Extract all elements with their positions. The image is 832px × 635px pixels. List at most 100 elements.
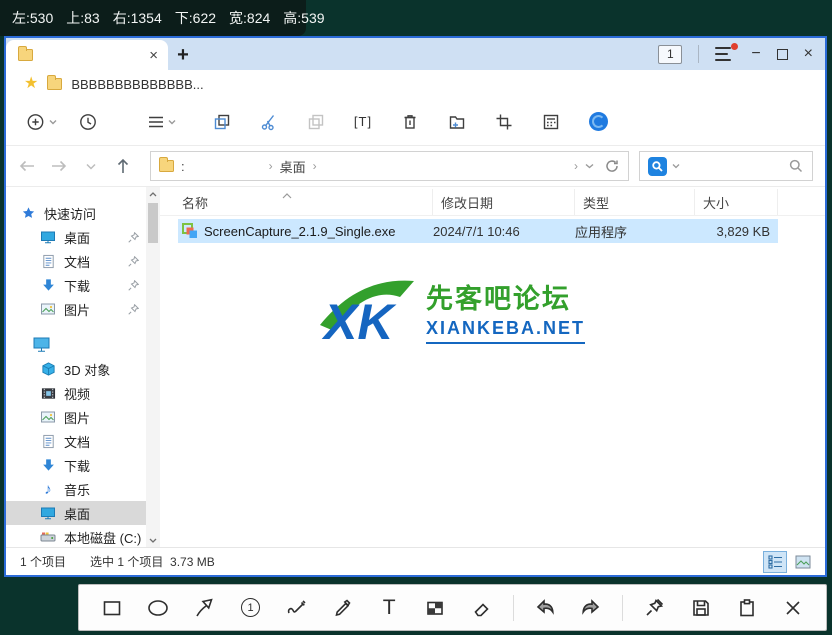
sidebar-item-videos[interactable]: 视频 xyxy=(6,381,146,405)
search-engine-icon[interactable] xyxy=(648,156,667,176)
tab-close-icon[interactable]: × xyxy=(149,48,158,63)
rename-button[interactable]: [T] xyxy=(346,105,380,139)
app-logo-icon[interactable] xyxy=(581,105,615,139)
sidebar-label: 图片 xyxy=(64,410,91,426)
eraser-tool-button[interactable] xyxy=(467,593,497,623)
sidebar-item-pictures-pinned[interactable]: 图片 xyxy=(6,297,146,321)
arrow-tool-button[interactable] xyxy=(189,593,219,623)
address-bar[interactable]: : › 桌面 › › xyxy=(150,151,629,181)
up-button[interactable] xyxy=(110,153,136,179)
scroll-down-icon[interactable] xyxy=(146,533,160,547)
sidebar-label: 3D 对象 xyxy=(64,362,111,378)
crumb-separator: › xyxy=(312,159,317,173)
file-row-selected[interactable]: ScreenCapture_2.1.9_Single.exe 2024/7/1 … xyxy=(178,219,778,243)
bookmark-bar: ★ BBBBBBBBBBBBBB... xyxy=(6,70,825,98)
text-tool-button[interactable]: T xyxy=(374,593,404,623)
tab-active[interactable]: × xyxy=(6,40,168,70)
maximize-button[interactable] xyxy=(776,48,788,60)
history-chevron-icon[interactable] xyxy=(78,153,104,179)
copy-button[interactable] xyxy=(205,105,239,139)
close-capture-button[interactable] xyxy=(778,593,808,623)
sidebar-item-documents[interactable]: 文档 xyxy=(6,429,146,453)
file-name: ScreenCapture_2.1.9_Single.exe xyxy=(204,223,396,239)
delete-button[interactable] xyxy=(393,105,427,139)
close-window-button[interactable]: × xyxy=(804,46,813,62)
search-box[interactable] xyxy=(639,151,813,181)
mosaic-tool-button[interactable] xyxy=(420,593,450,623)
scroll-up-icon[interactable] xyxy=(146,187,160,201)
column-header-size[interactable]: 大小 xyxy=(695,189,778,215)
watermark-logo-icon: XK xyxy=(320,280,414,347)
pin-icon xyxy=(128,303,140,318)
pin-icon xyxy=(128,255,140,270)
sidebar-label: 文档 xyxy=(64,254,91,270)
column-header-type[interactable]: 类型 xyxy=(575,189,695,215)
tab-count-badge[interactable]: 1 xyxy=(658,44,683,64)
sidebar-item-this-pc[interactable] xyxy=(6,331,146,357)
this-pc-icon xyxy=(33,337,50,352)
minimize-button[interactable]: − xyxy=(751,46,760,62)
sidebar-item-documents-pinned[interactable]: 文档 xyxy=(6,249,146,273)
document-icon xyxy=(40,253,56,269)
new-tab-button[interactable]: + xyxy=(168,40,198,70)
sidebar-item-3d-objects[interactable]: 3D 对象 xyxy=(6,357,146,381)
watermark-title: 先客吧论坛 xyxy=(426,283,571,314)
navigation-sidebar: 快速访问 桌面 文档 下载 图片 3D 对象 视频 图片 文档 下载 ♪ 音乐 … xyxy=(6,187,146,547)
svg-text:XK: XK xyxy=(321,294,397,347)
menu-icon[interactable] xyxy=(715,43,739,61)
divider xyxy=(622,594,624,621)
clipboard-copy-button[interactable] xyxy=(732,593,762,623)
sidebar-label: 下载 xyxy=(64,278,91,294)
undo-button[interactable] xyxy=(530,593,560,623)
bookmark-label[interactable]: BBBBBBBBBBBBBB... xyxy=(71,77,203,92)
paste-button[interactable] xyxy=(299,105,333,139)
pen-tool-button[interactable] xyxy=(282,593,312,623)
sidebar-item-quick-access[interactable]: 快速访问 xyxy=(6,201,146,225)
cut-button[interactable] xyxy=(252,105,286,139)
info-bottom: 下:622 xyxy=(174,10,217,26)
new-item-button[interactable] xyxy=(24,105,58,139)
bookmark-folder-icon[interactable] xyxy=(47,75,63,90)
rectangle-tool-button[interactable] xyxy=(97,593,127,623)
select-region-button[interactable] xyxy=(487,105,521,139)
sidebar-item-desktop-pinned[interactable]: 桌面 xyxy=(6,225,146,249)
scrollbar-thumb[interactable] xyxy=(148,203,158,243)
back-button[interactable] xyxy=(14,153,40,179)
view-menu-button[interactable] xyxy=(144,105,178,139)
highlighter-tool-button[interactable] xyxy=(328,593,358,623)
sidebar-label: 视频 xyxy=(64,386,91,402)
sidebar-scrollbar[interactable] xyxy=(146,187,160,547)
cube-icon xyxy=(40,361,56,377)
file-size: 3,829 KB xyxy=(716,223,771,239)
thumbnail-view-button[interactable] xyxy=(791,551,815,573)
details-view-button[interactable] xyxy=(763,550,787,573)
selection-info: 选中 1 个项目 3.73 MB xyxy=(90,555,215,569)
sidebar-item-music[interactable]: ♪ 音乐 xyxy=(6,477,146,501)
sidebar-item-local-disk-c[interactable]: 本地磁盘 (C:) xyxy=(6,525,146,547)
divider xyxy=(698,45,700,63)
save-button[interactable] xyxy=(686,593,716,623)
recent-button[interactable] xyxy=(71,105,105,139)
bookmark-star-icon[interactable]: ★ xyxy=(24,76,38,92)
forward-button[interactable] xyxy=(46,153,72,179)
column-header-date[interactable]: 修改日期 xyxy=(433,189,575,215)
document-icon xyxy=(40,433,56,449)
sidebar-item-downloads-pinned[interactable]: 下载 xyxy=(6,273,146,297)
details-pane-button[interactable] xyxy=(534,105,568,139)
crumb-separator: › xyxy=(574,159,578,173)
monitor-icon xyxy=(40,229,56,245)
refresh-icon[interactable] xyxy=(604,158,620,174)
sidebar-item-pictures[interactable]: 图片 xyxy=(6,405,146,429)
new-folder-button[interactable] xyxy=(440,105,474,139)
address-dropdown-icon[interactable] xyxy=(585,163,594,169)
pin-button[interactable] xyxy=(639,593,669,623)
column-header-name[interactable]: 名称 xyxy=(160,189,433,215)
ellipse-tool-button[interactable] xyxy=(143,593,173,623)
redo-button[interactable] xyxy=(576,593,606,623)
search-dropdown-icon[interactable] xyxy=(672,163,680,169)
number-marker-tool-button[interactable]: 1 xyxy=(236,593,266,623)
breadcrumb-desktop[interactable]: 桌面 xyxy=(280,157,306,176)
sidebar-item-desktop-selected[interactable]: 桌面 xyxy=(6,501,146,525)
info-right: 右:1354 xyxy=(112,10,162,26)
sidebar-item-downloads[interactable]: 下载 xyxy=(6,453,146,477)
